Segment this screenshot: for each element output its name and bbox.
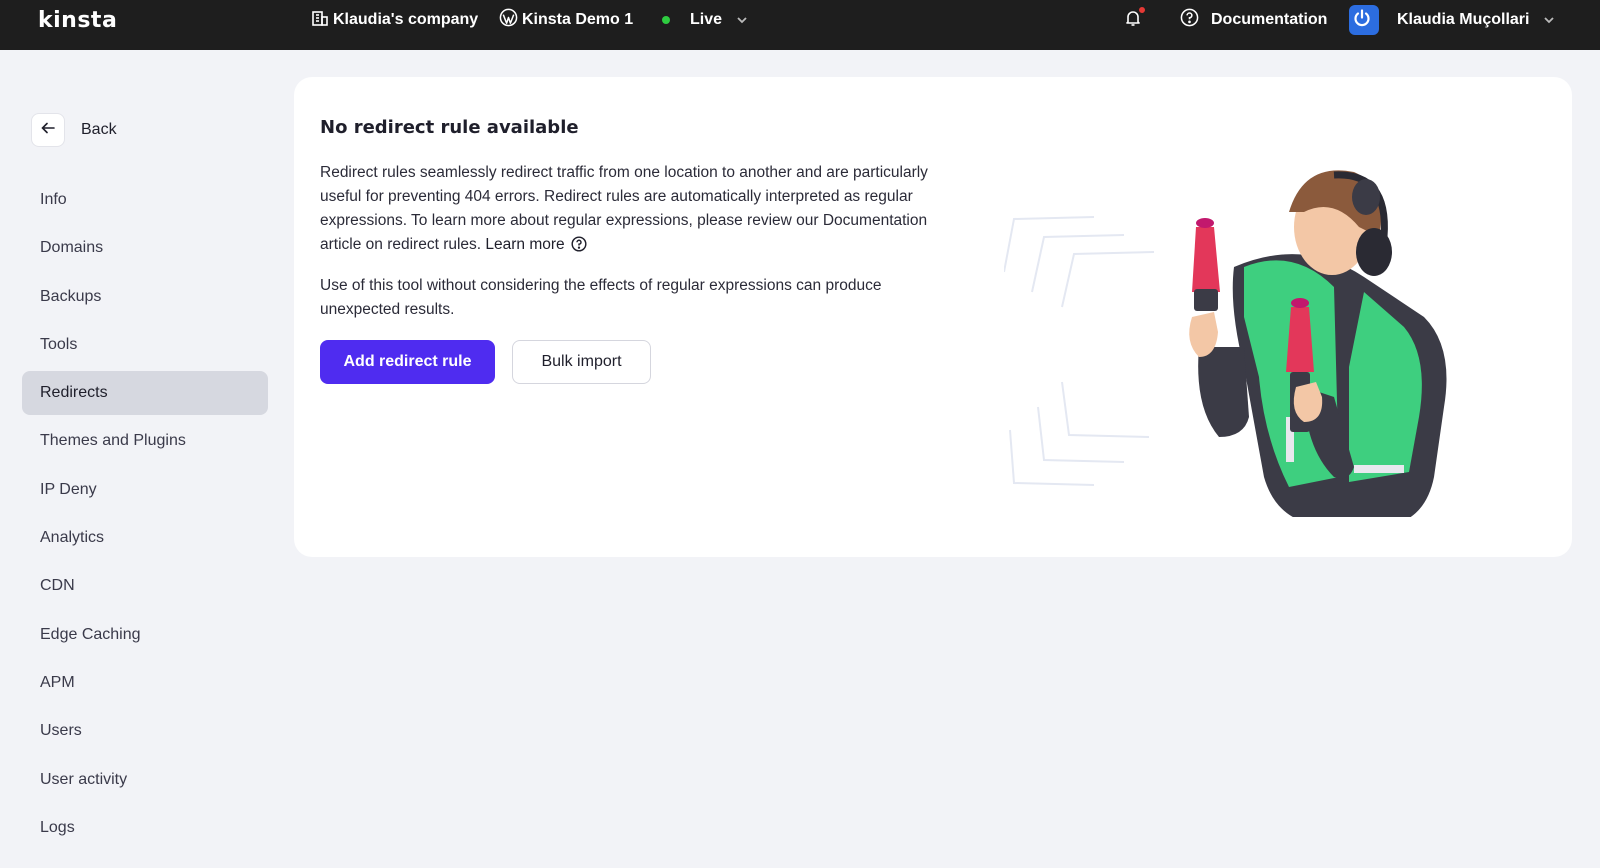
chevron-down-icon [736,11,752,29]
site-name: Kinsta Demo 1 [522,11,634,28]
sidebar-item-users[interactable]: Users [22,709,268,753]
building-icon [311,9,333,32]
notifications-button[interactable] [1124,0,1146,40]
arrow-left-icon [41,121,55,139]
learn-more-link[interactable]: Learn more [485,236,564,253]
power-icon [1352,8,1376,33]
sidebar-item-backups[interactable]: Backups [22,275,268,319]
sidebar-item-cdn[interactable]: CDN [22,564,268,608]
help-circle-icon[interactable] [571,236,587,260]
sidebar-item-user-activity[interactable]: User activity [22,758,268,802]
sidebar-item-edge-caching[interactable]: Edge Caching [22,613,268,657]
sidebar-item-domains[interactable]: Domains [22,226,268,270]
sidebar-item-info[interactable]: Info [22,178,268,222]
help-circle-icon [1180,8,1211,32]
site-nav: Info Domains Backups Tools Redirects The… [22,178,268,854]
back-button[interactable] [31,113,65,147]
description-text: Redirect rules seamlessly redirect traff… [320,161,970,260]
top-bar: kinsta Klaudia's company Kinsta Demo 1 L… [0,0,1600,50]
description-body: Redirect rules seamlessly redirect traff… [320,164,928,253]
sidebar-item-redirects[interactable]: Redirects [22,371,268,416]
warning-text: Use of this tool without considering the… [320,277,882,318]
back-label[interactable]: Back [81,121,117,139]
bulk-import-button[interactable]: Bulk import [512,340,651,384]
sidebar-item-apm[interactable]: APM [22,661,268,705]
empty-state-card: No redirect rule available Redirect rule… [294,77,1572,557]
wordpress-icon [499,8,522,32]
user-menu[interactable]: Klaudia Muçollari [1349,0,1559,40]
chevron-down-icon [1543,11,1559,29]
environment-switcher[interactable]: Live [662,0,752,40]
kinsta-logo[interactable]: kinsta [38,8,117,33]
page-title: No redirect rule available [320,117,579,138]
notification-dot [1139,7,1145,13]
company-name: Klaudia's company [333,11,479,28]
documentation-link[interactable]: Documentation [1180,0,1327,40]
add-redirect-rule-button[interactable]: Add redirect rule [320,340,495,384]
environment-name: Live [690,11,723,28]
sidebar-item-tools[interactable]: Tools [22,323,268,367]
avatar [1349,5,1379,35]
sidebar-item-logs[interactable]: Logs [22,806,268,850]
person-with-traffic-batons-illustration [1003,117,1544,527]
company-switcher[interactable]: Klaudia's company [311,0,478,40]
sidebar-item-analytics[interactable]: Analytics [22,516,268,560]
live-status-dot [662,16,670,24]
sidebar-item-ip-deny[interactable]: IP Deny [22,468,268,512]
user-name: Klaudia Muçollari [1397,11,1530,28]
sidebar-item-themes-and-plugins[interactable]: Themes and Plugins [22,419,268,463]
documentation-label: Documentation [1211,11,1328,28]
site-switcher[interactable]: Kinsta Demo 1 [499,0,633,40]
